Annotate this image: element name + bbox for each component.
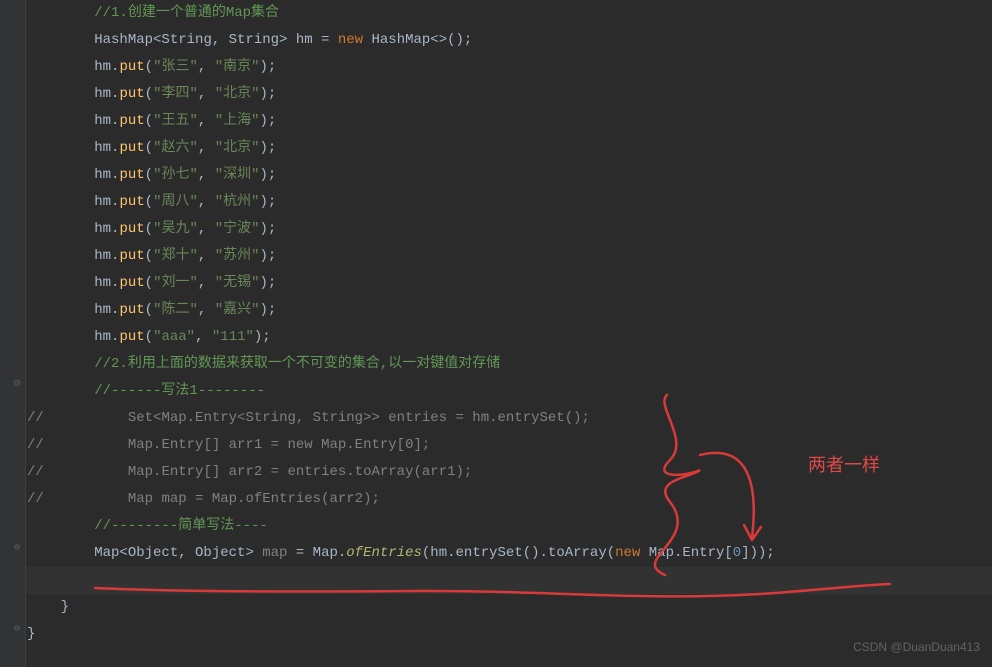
code-line-put: hm.put("刘一", "无锡");	[25, 270, 992, 297]
code-line-put: hm.put("吴九", "宁波");	[25, 216, 992, 243]
code-line: }	[25, 621, 992, 648]
code-line-commented: // Map.Entry[] arr1 = new Map.Entry[0];	[25, 432, 992, 459]
code-line-put: hm.put("陈二", "嘉兴");	[25, 297, 992, 324]
code-line-commented: // Set<Map.Entry<String, String>> entrie…	[25, 405, 992, 432]
code-line-put: hm.put("孙七", "深圳");	[25, 162, 992, 189]
editor-gutter: ⊟ ⊖ ⊖	[0, 0, 26, 667]
code-line-put: hm.put("张三", "南京");	[25, 54, 992, 81]
code-line: //2.利用上面的数据来获取一个不可变的集合,以一对键值对存储	[25, 351, 992, 378]
code-line: HashMap<String, String> hm = new HashMap…	[25, 27, 992, 54]
code-line: //--------简单写法----	[25, 513, 992, 540]
code-line: Map<Object, Object> map = Map.ofEntries(…	[25, 540, 992, 567]
code-line: }	[25, 594, 992, 621]
code-line-put: hm.put("李四", "北京");	[25, 81, 992, 108]
code-line: //------写法1--------	[25, 378, 992, 405]
code-line-commented: // Map map = Map.ofEntries(arr2);	[25, 486, 992, 513]
code-line-put: hm.put("周八", "杭州");	[25, 189, 992, 216]
code-line-put: hm.put("aaa", "111");	[25, 324, 992, 351]
code-line-put: hm.put("郑十", "苏州");	[25, 243, 992, 270]
code-line-commented: // Map.Entry[] arr2 = entries.toArray(ar…	[25, 459, 992, 486]
code-line-put: hm.put("赵六", "北京");	[25, 135, 992, 162]
code-line: //1.创建一个普通的Map集合	[25, 0, 992, 27]
code-line-cursor[interactable]	[25, 567, 992, 594]
code-line-put: hm.put("王五", "上海");	[25, 108, 992, 135]
code-editor[interactable]: //1.创建一个普通的Map集合 HashMap<String, String>…	[25, 0, 992, 667]
